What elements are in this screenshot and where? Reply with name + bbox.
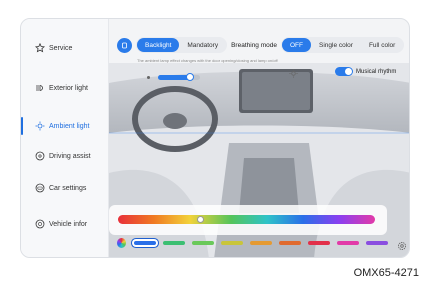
color-swatch[interactable] [134,241,157,245]
car-settings-icon [35,183,45,193]
gear-icon[interactable] [397,238,407,250]
steering-icon [35,151,45,161]
musical-rhythm-row: Musical rhythm [335,67,396,76]
brightness-fill [158,74,190,80]
color-swatch[interactable] [279,241,302,245]
color-swatch[interactable] [308,241,331,245]
toggle-knob [345,68,352,75]
info-text: The ambient lamp effect changes with the… [137,58,278,63]
musical-rhythm-toggle[interactable] [335,67,353,76]
sidebar-item-label: Vehicle infor [49,220,88,228]
brightness-control [145,68,200,86]
infotainment-screen: Service Exterior light Ambient light Dri… [20,18,410,258]
sidebar-item-label: Service [49,44,73,52]
color-swatch[interactable] [337,241,360,245]
color-swatch-row [117,237,407,250]
breathing-off-option[interactable]: OFF [281,38,311,52]
color-spectrum-slider[interactable] [118,215,375,224]
breathing-mode-label: Breathing mode [231,41,277,49]
backlight-tab[interactable]: Backlight [137,38,180,52]
breathing-mode-segment: OFF Single color Full color [280,37,405,53]
ambient-light-panel: Backlight Mandatory Breathing mode OFF S… [109,19,409,257]
palette-icon[interactable] [117,238,127,248]
sidebar-item-ambient-light[interactable]: Ambient light [21,111,109,141]
brightness-knob[interactable] [185,72,194,81]
brightness-low-icon [145,68,152,86]
sidebar-item-vehicle-info[interactable]: Vehicle infor [21,209,109,239]
sidebar-item-driving-assist[interactable]: Driving assist [21,141,109,171]
musical-rhythm-label: Musical rhythm [356,68,397,75]
color-swatch[interactable] [221,241,244,245]
sidebar-item-label: Driving assist [49,152,91,160]
image-code: OMX65-4271 [353,267,419,279]
sidebar-item-car-settings[interactable]: Car settings [21,173,109,203]
full-color-option[interactable]: Full color [361,38,403,52]
color-swatch[interactable] [192,241,215,245]
sidebar-item-label: Car settings [49,184,87,192]
sun-icon [35,121,45,131]
info-icon [35,219,45,229]
mandatory-tab[interactable]: Mandatory [179,38,226,52]
page: Service Exterior light Ambient light Dri… [0,0,427,281]
star-icon [35,43,45,53]
color-swatch[interactable] [250,241,273,245]
light-type-segment: Backlight Mandatory [136,37,228,53]
sidebar-item-service[interactable]: Service [21,33,109,63]
brightness-slider[interactable] [158,72,200,81]
spectrum-knob[interactable] [196,216,204,223]
sidebar-item-label: Ambient light [49,122,90,130]
color-swatch[interactable] [366,241,389,245]
sidebar-item-exterior-light[interactable]: Exterior light [21,73,109,103]
brightness-high-icon [289,65,298,83]
headlight-icon [35,83,45,93]
lamp-icon [121,36,128,54]
single-color-option[interactable]: Single color [311,38,361,52]
lamp-mode-button[interactable] [117,36,132,54]
sidebar: Service Exterior light Ambient light Dri… [21,19,109,257]
sidebar-item-label: Exterior light [49,84,88,92]
color-swatch[interactable] [163,241,186,245]
ambient-toolbar: Backlight Mandatory Breathing mode OFF S… [117,36,405,54]
